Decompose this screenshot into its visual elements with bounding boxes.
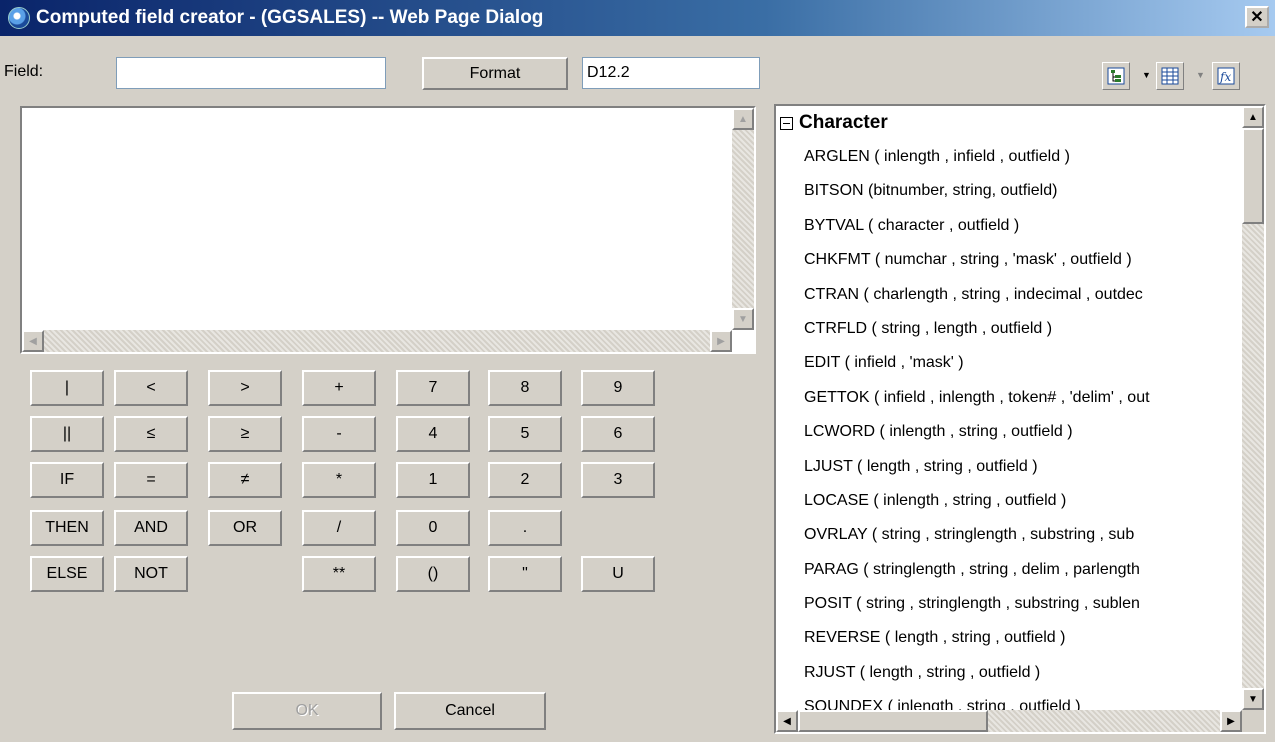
expression-hscroll[interactable]: ◀ ▶: [22, 330, 732, 352]
ok-button[interactable]: OK: [232, 692, 382, 730]
function-vscroll[interactable]: ▲ ▼: [1242, 106, 1264, 710]
chevron-down-icon[interactable]: ▼: [1142, 70, 1151, 80]
scroll-right-icon[interactable]: ▶: [1220, 710, 1242, 732]
scroll-left-icon[interactable]: ◀: [22, 330, 44, 352]
key-7[interactable]: 7: [396, 370, 470, 406]
scroll-up-icon[interactable]: ▲: [732, 108, 754, 130]
scroll-right-icon[interactable]: ▶: [710, 330, 732, 352]
function-item[interactable]: CHKFMT ( numchar , string , 'mask' , out…: [776, 243, 1242, 277]
cancel-button[interactable]: Cancel: [394, 692, 546, 730]
function-item[interactable]: BYTVAL ( character , outfield ): [776, 209, 1242, 243]
key-greater-equal[interactable]: ≥: [208, 416, 282, 452]
chevron-down-icon[interactable]: ▼: [1196, 70, 1205, 80]
function-item[interactable]: EDIT ( infield , 'mask' ): [776, 346, 1242, 380]
scroll-up-icon[interactable]: ▲: [1242, 106, 1264, 128]
field-label: Field:: [4, 63, 44, 80]
title-bar: Computed field creator - (GGSALES) -- We…: [0, 0, 1275, 36]
function-item[interactable]: OVRLAY ( string , stringlength , substri…: [776, 518, 1242, 552]
function-item[interactable]: REVERSE ( length , string , outfield ): [776, 621, 1242, 655]
function-item[interactable]: GETTOK ( infield , inlength , token# , '…: [776, 381, 1242, 415]
function-item[interactable]: RJUST ( length , string , outfield ): [776, 656, 1242, 690]
function-item[interactable]: LJUST ( length , string , outfield ): [776, 450, 1242, 484]
key-4[interactable]: 4: [396, 416, 470, 452]
function-item[interactable]: CTRFLD ( string , length , outfield ): [776, 312, 1242, 346]
function-list: Character ARGLEN ( inlength , infield , …: [776, 106, 1242, 710]
key-greater[interactable]: >: [208, 370, 282, 406]
key-or[interactable]: OR: [208, 510, 282, 546]
key-decimal[interactable]: .: [488, 510, 562, 546]
key-multiply[interactable]: *: [302, 462, 376, 498]
scroll-corner: [1242, 710, 1264, 732]
format-button[interactable]: Format: [422, 57, 568, 90]
function-item[interactable]: ARGLEN ( inlength , infield , outfield ): [776, 140, 1242, 174]
close-button[interactable]: ✕: [1245, 6, 1269, 28]
key-minus[interactable]: -: [302, 416, 376, 452]
category-label: Character: [799, 112, 888, 133]
field-name-input[interactable]: [116, 57, 386, 89]
key-bar[interactable]: |: [30, 370, 104, 406]
key-parens[interactable]: (): [396, 556, 470, 592]
key-not-equal[interactable]: ≠: [208, 462, 282, 498]
key-not[interactable]: NOT: [114, 556, 188, 592]
svg-text:fx: fx: [1219, 70, 1231, 84]
function-hscroll[interactable]: ◀ ▶: [776, 710, 1242, 732]
scroll-down-icon[interactable]: ▼: [1242, 688, 1264, 710]
scroll-down-icon[interactable]: ▼: [732, 308, 754, 330]
function-item[interactable]: SOUNDEX ( inlength , string , outfield ): [776, 690, 1242, 710]
function-icon[interactable]: fx: [1212, 62, 1240, 90]
tree-view-icon[interactable]: [1102, 62, 1130, 90]
key-2[interactable]: 2: [488, 462, 562, 498]
key-if[interactable]: IF: [30, 462, 104, 498]
key-5[interactable]: 5: [488, 416, 562, 452]
scroll-left-icon[interactable]: ◀: [776, 710, 798, 732]
hscroll-thumb[interactable]: [798, 710, 988, 732]
function-item[interactable]: CTRAN ( charlength , string , indecimal …: [776, 278, 1242, 312]
key-concat[interactable]: ||: [30, 416, 104, 452]
key-power[interactable]: **: [302, 556, 376, 592]
key-1[interactable]: 1: [396, 462, 470, 498]
collapse-icon[interactable]: [780, 116, 793, 130]
function-item[interactable]: BITSON (bitnumber, string, outfield): [776, 174, 1242, 208]
key-3[interactable]: 3: [581, 462, 655, 498]
key-0[interactable]: 0: [396, 510, 470, 546]
expression-textarea[interactable]: ▲ ▼ ◀ ▶: [20, 106, 756, 354]
function-item[interactable]: POSIT ( string , stringlength , substrin…: [776, 587, 1242, 621]
function-item[interactable]: LOCASE ( inlength , string , outfield ): [776, 484, 1242, 518]
ie-icon: [8, 7, 30, 29]
key-6[interactable]: 6: [581, 416, 655, 452]
key-equal[interactable]: =: [114, 462, 188, 498]
format-input[interactable]: [582, 57, 760, 89]
key-plus[interactable]: +: [302, 370, 376, 406]
key-and[interactable]: AND: [114, 510, 188, 546]
columns-view-icon[interactable]: [1156, 62, 1184, 90]
key-less-equal[interactable]: ≤: [114, 416, 188, 452]
scroll-thumb[interactable]: [1242, 128, 1264, 224]
key-u[interactable]: U: [581, 556, 655, 592]
function-tree-panel: Character ARGLEN ( inlength , infield , …: [774, 104, 1266, 734]
key-then[interactable]: THEN: [30, 510, 104, 546]
key-quote[interactable]: ": [488, 556, 562, 592]
key-9[interactable]: 9: [581, 370, 655, 406]
function-item[interactable]: PARAG ( stringlength , string , delim , …: [776, 553, 1242, 587]
window-title: Computed field creator - (GGSALES) -- We…: [36, 7, 544, 28]
key-divide[interactable]: /: [302, 510, 376, 546]
key-else[interactable]: ELSE: [30, 556, 104, 592]
key-less[interactable]: <: [114, 370, 188, 406]
category-node[interactable]: Character: [776, 106, 1242, 140]
key-8[interactable]: 8: [488, 370, 562, 406]
expression-vscroll[interactable]: ▲ ▼: [732, 108, 754, 330]
function-item[interactable]: LCWORD ( inlength , string , outfield ): [776, 415, 1242, 449]
